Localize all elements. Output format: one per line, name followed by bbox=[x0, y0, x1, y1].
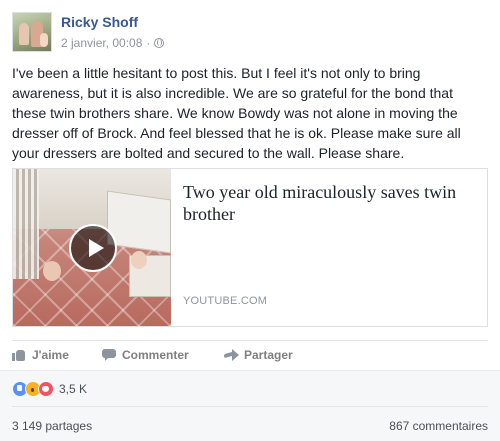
post-timestamp[interactable]: 2 janvier, 00:08 bbox=[61, 36, 142, 50]
post-meta: 2 janvier, 00:08 · bbox=[61, 36, 165, 50]
comment-bubble-icon bbox=[102, 349, 116, 361]
video-thumbnail[interactable] bbox=[13, 169, 171, 326]
comment-count[interactable]: 867 commentaires bbox=[389, 419, 488, 433]
post-text: I've been a little hesitant to post this… bbox=[12, 65, 461, 161]
thumbnail-child bbox=[131, 251, 147, 269]
divider bbox=[12, 340, 488, 341]
reactions-summary[interactable]: 3,5 K bbox=[12, 381, 87, 397]
share-count[interactable]: 3 149 partages bbox=[12, 419, 92, 433]
post-actions: J'aime Commenter Partager bbox=[12, 342, 488, 368]
love-reaction-icon bbox=[38, 381, 54, 397]
like-label: J'aime bbox=[32, 348, 69, 362]
comment-button[interactable]: Commenter bbox=[102, 348, 189, 362]
thumbs-up-icon bbox=[12, 349, 26, 361]
avatar-figure bbox=[40, 33, 48, 47]
author-avatar[interactable] bbox=[12, 12, 52, 52]
globe-icon[interactable] bbox=[154, 38, 165, 48]
share-label: Partager bbox=[244, 348, 293, 362]
thumbnail-child bbox=[43, 261, 61, 281]
divider bbox=[12, 406, 488, 407]
reaction-count: 3,5 K bbox=[59, 382, 88, 396]
thumbnail-crib bbox=[13, 169, 39, 279]
author-name[interactable]: Ricky Shoff bbox=[61, 14, 138, 30]
play-icon[interactable] bbox=[69, 224, 117, 272]
share-arrow-icon bbox=[224, 349, 239, 361]
link-title[interactable]: Two year old miraculously saves twin bro… bbox=[183, 181, 473, 225]
like-button[interactable]: J'aime bbox=[12, 348, 69, 362]
link-preview-card[interactable]: Two year old miraculously saves twin bro… bbox=[12, 168, 488, 327]
avatar-figure bbox=[19, 23, 29, 45]
facebook-post: Ricky Shoff 2 janvier, 00:08 · I've been… bbox=[0, 0, 500, 441]
meta-separator: · bbox=[146, 36, 151, 50]
share-button[interactable]: Partager bbox=[224, 348, 293, 362]
comment-label: Commenter bbox=[122, 348, 189, 362]
link-domain: YOUTUBE.COM bbox=[183, 295, 268, 307]
